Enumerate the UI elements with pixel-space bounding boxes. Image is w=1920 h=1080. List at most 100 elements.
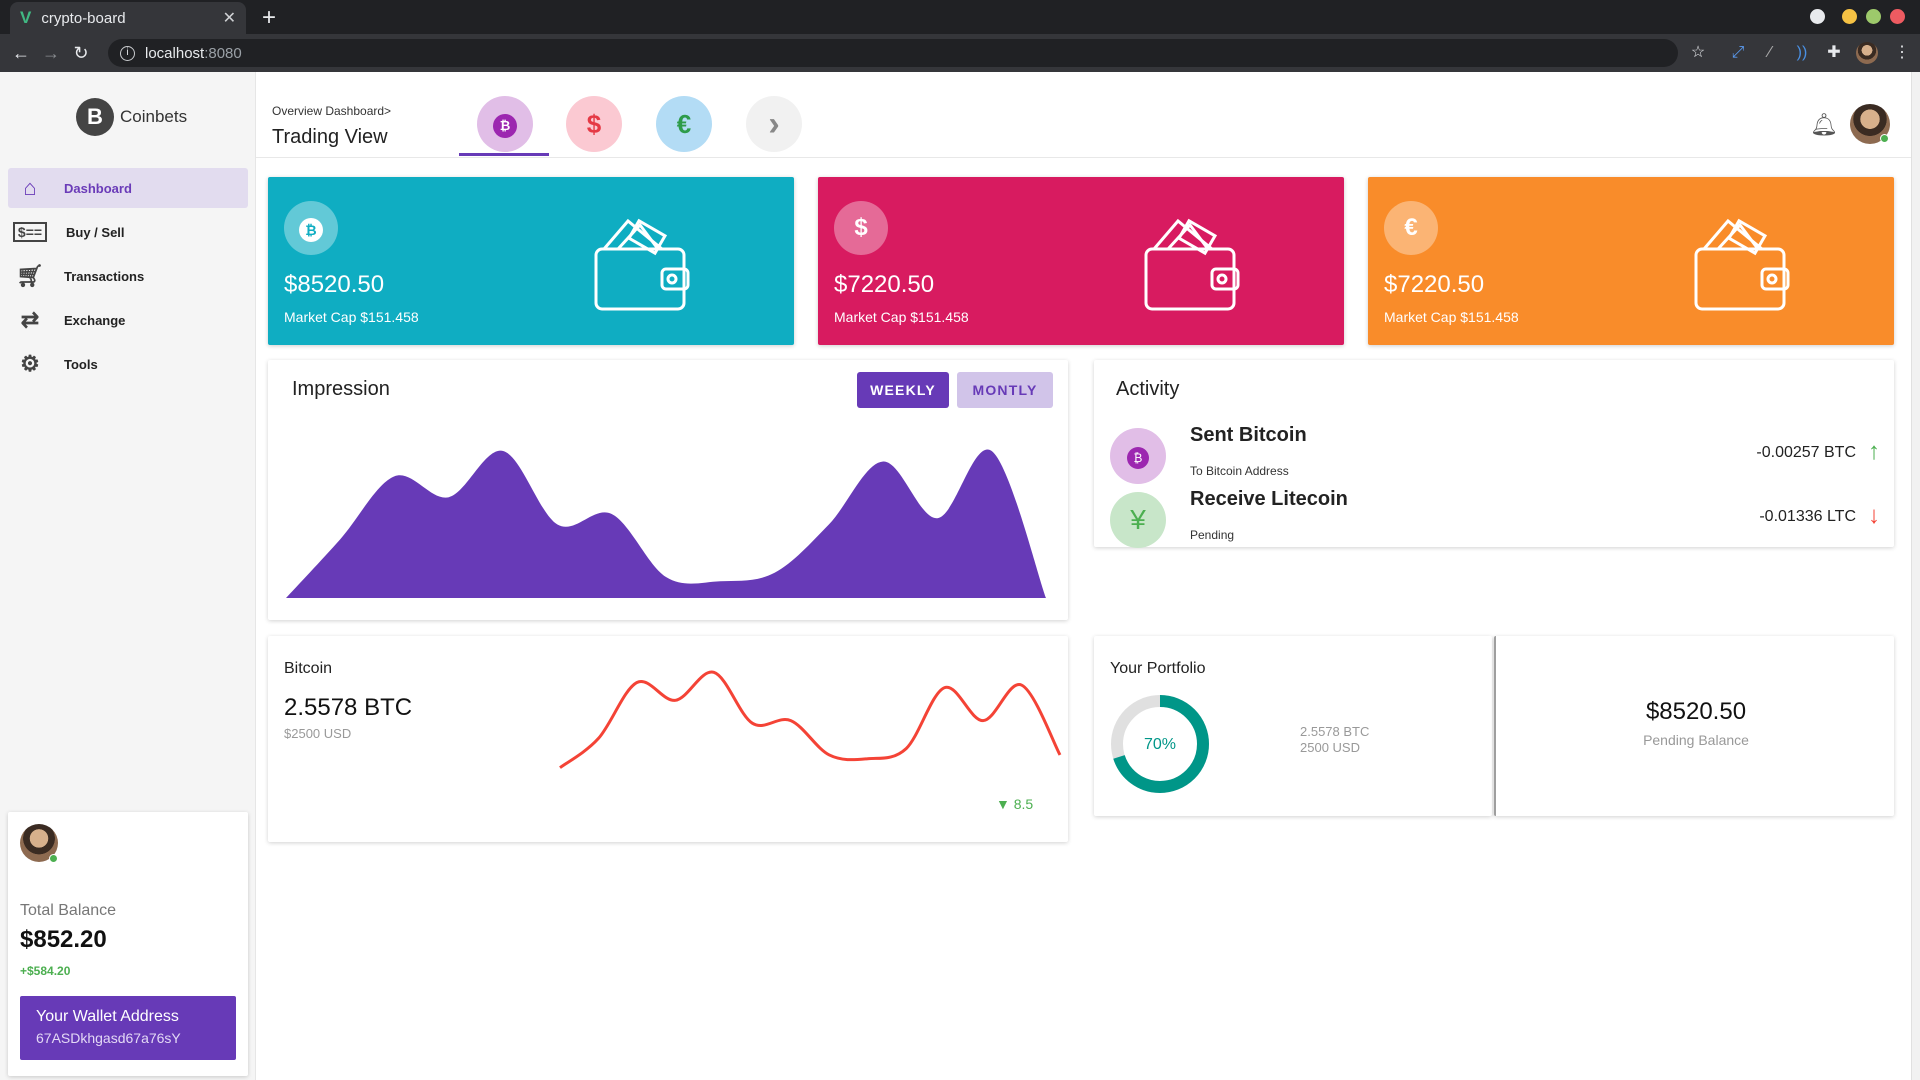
minimize-button[interactable]: [1842, 9, 1857, 24]
close-tab-icon[interactable]: ✕: [223, 8, 236, 28]
browser-toolbar: ← → ↻ i localhost:8080 ☆ ⤢ ∕ )) ✚ ⋮: [0, 34, 1920, 72]
extension-icon[interactable]: ⤢: [1726, 41, 1750, 65]
puzzle-icon[interactable]: ✚: [1822, 41, 1846, 65]
sidebar-item-label: Tools: [64, 356, 98, 372]
bitcoin-title: Bitcoin: [284, 660, 333, 677]
bitcoin-amount: 2.5578 BTC: [284, 694, 413, 721]
dollar-card[interactable]: $ $7220.50 Market Cap $151.458: [818, 177, 1344, 345]
forward-icon[interactable]: →: [36, 43, 66, 64]
online-status-dot: [49, 854, 58, 863]
gear-icon: ⚙: [20, 351, 40, 376]
wallet-icon: [1694, 218, 1790, 311]
online-status-dot: [1880, 134, 1889, 143]
sidebar-item-buy-sell[interactable]: $== Buy / Sell: [8, 212, 248, 252]
dollar-icon: $: [834, 201, 888, 255]
tab-next[interactable]: ›: [746, 96, 802, 152]
credit-card-icon: $==: [8, 222, 52, 242]
close-window-button[interactable]: [1890, 9, 1905, 24]
card-market-cap: Market Cap $151.458: [284, 309, 419, 325]
activity-item-receive-litecoin[interactable]: ¥ Receive Litecoin Pending -0.01336 LTC …: [1110, 488, 1888, 548]
bitcoin-panel: Bitcoin 2.5578 BTC $2500 USD ▼ 8.5: [268, 636, 1068, 842]
bitcoin-line: [559, 670, 1062, 769]
activity-item-sent-bitcoin[interactable]: ₿ Sent Bitcoin To Bitcoin Address -0.002…: [1110, 424, 1888, 484]
wallet-icon: [1144, 218, 1240, 311]
pending-balance-panel: $8520.50 Pending Balance: [1494, 636, 1894, 816]
card-amount: $7220.50: [1384, 271, 1485, 298]
wallet-address-button[interactable]: Your Wallet Address 67ASDkhgasd67a76sY: [20, 996, 236, 1060]
trend-value: 8.5: [1013, 796, 1034, 812]
site-info-icon[interactable]: i: [120, 45, 135, 61]
activity-subtitle: Pending: [1190, 528, 1235, 542]
activity-panel: Activity ₿ Sent Bitcoin To Bitcoin Addre…: [1094, 360, 1894, 548]
activity-subtitle: To Bitcoin Address: [1190, 464, 1289, 478]
reload-icon[interactable]: ↻: [66, 43, 96, 64]
balance-change: +$584.20: [20, 964, 71, 978]
portfolio-percent: 70%: [1144, 736, 1177, 753]
bitcoin-icon: ₿: [493, 114, 517, 139]
triangle-down-icon: ▼: [996, 796, 1010, 812]
card-market-cap: Market Cap $151.458: [1384, 309, 1519, 325]
bookmark-star-icon[interactable]: ☆: [1686, 41, 1710, 65]
euro-icon: €: [676, 109, 692, 139]
activity-value: -0.01336 LTC: [1759, 508, 1856, 525]
sidebar-item-label: Transactions: [64, 268, 145, 284]
impression-title: Impression: [292, 378, 390, 400]
tab-bitcoin[interactable]: ₿: [477, 96, 533, 152]
card-amount: $8520.50: [284, 271, 385, 298]
portfolio-btc: 2.5578 BTC: [1300, 724, 1370, 739]
weekly-button[interactable]: WEEKLY: [857, 372, 949, 408]
sidebar-item-transactions[interactable]: 🛒︎ Transactions: [8, 256, 248, 296]
extension-wave-icon[interactable]: )): [1790, 41, 1814, 65]
browser-tab-title: crypto-board: [41, 9, 126, 27]
activity-value: -0.00257 BTC: [1756, 444, 1856, 461]
browser-tab[interactable]: V crypto-board ✕: [10, 2, 246, 34]
pending-amount: $8520.50: [1645, 698, 1747, 725]
monthly-button[interactable]: MONTLY: [957, 372, 1053, 408]
portfolio-usd: 2500 USD: [1300, 740, 1360, 755]
total-balance-amount: $852.20: [20, 926, 107, 953]
bitcoin-usd: $2500 USD: [284, 726, 352, 741]
bitcoin-card[interactable]: ₿ $8520.50 Market Cap $151.458: [268, 177, 794, 345]
new-tab-button[interactable]: +: [262, 4, 276, 32]
breadcrumb[interactable]: Overview Dashboard>: [272, 104, 391, 118]
bell-icon[interactable]: 🔔︎: [1810, 112, 1838, 138]
euro-card[interactable]: € $7220.50 Market Cap $151.458: [1368, 177, 1894, 345]
brand[interactable]: B Coinbets: [76, 98, 187, 136]
arrow-up-icon: ↑: [1868, 438, 1880, 465]
activity-title: Activity: [1116, 378, 1180, 400]
chevron-right-icon: ›: [768, 105, 780, 143]
more-menu-icon[interactable]: ⋮: [1890, 41, 1914, 65]
euro-icon: €: [1384, 201, 1438, 255]
tab-euro[interactable]: €: [656, 96, 712, 152]
extension-eyedropper-icon[interactable]: ∕: [1758, 41, 1782, 65]
bitcoin-icon: ₿: [284, 201, 338, 255]
wallet-icon: [594, 218, 690, 311]
address-bar[interactable]: i localhost:8080: [108, 39, 1678, 67]
sidebar-item-tools[interactable]: ⚙ Tools: [8, 344, 248, 384]
app: B Coinbets ⌂ Dashboard $== Buy / Sell 🛒︎…: [0, 72, 1920, 1080]
back-icon[interactable]: ←: [6, 43, 36, 64]
portfolio-title: Your Portfolio: [1110, 660, 1206, 677]
home-icon: ⌂: [23, 175, 37, 200]
maximize-button[interactable]: [1866, 9, 1881, 24]
trend-indicator: ▼ 8.5: [996, 796, 1033, 812]
sidebar: B Coinbets ⌂ Dashboard $== Buy / Sell 🛒︎…: [0, 72, 256, 1080]
activity-name: Receive Litecoin: [1190, 488, 1348, 510]
card-amount: $7220.50: [834, 271, 935, 298]
profile-menu-icon[interactable]: [1810, 9, 1825, 24]
sidebar-item-label: Dashboard: [64, 180, 132, 196]
bitcoin-icon: ₿: [1110, 428, 1166, 484]
tab-dollar[interactable]: $: [566, 96, 622, 152]
browser-tab-strip: V crypto-board ✕ +: [0, 0, 1920, 34]
browser-profile-avatar[interactable]: [1856, 42, 1878, 64]
pending-label: Pending Balance: [1643, 732, 1749, 748]
wallet-address: 67ASDkhgasd67a76sY: [36, 1030, 181, 1046]
dollar-icon: $: [586, 109, 602, 139]
portfolio-panel: Your Portfolio 70% 2.5578 BTC 2500 USD: [1094, 636, 1492, 816]
sidebar-item-dashboard[interactable]: ⌂ Dashboard: [8, 168, 248, 208]
sidebar-item-exchange[interactable]: ⇄ Exchange: [8, 300, 248, 340]
cart-icon: 🛒︎: [16, 263, 44, 288]
yen-icon: ¥: [1110, 492, 1166, 548]
impression-chart: [286, 449, 1046, 598]
page-scrollbar[interactable]: [1911, 72, 1920, 1080]
